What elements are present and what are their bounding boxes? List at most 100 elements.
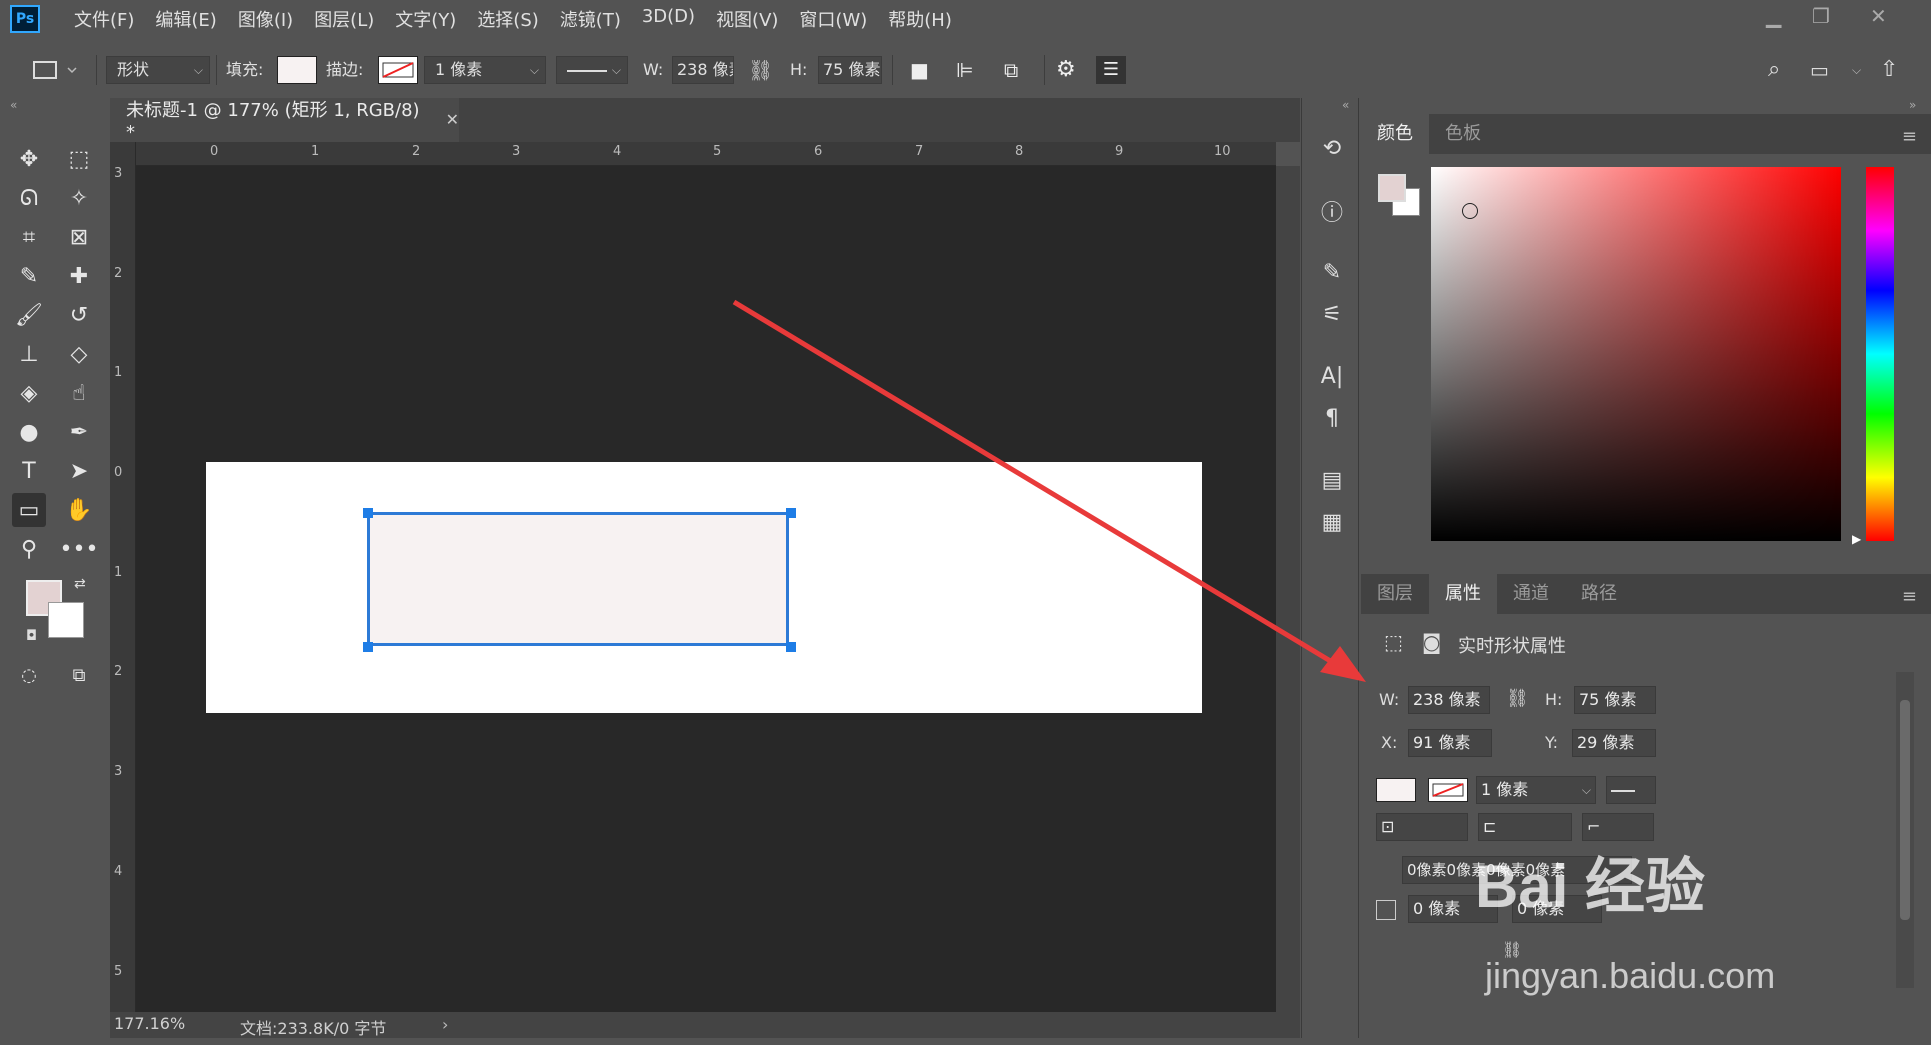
hue-slider[interactable] [1866,167,1894,541]
close-icon[interactable]: ✕ [1870,4,1887,28]
prop-stroke-width-input[interactable]: 1 像素 ⌵ [1476,776,1596,804]
width-input[interactable]: 238 像素 [672,56,734,84]
prop-fill-swatch[interactable] [1376,778,1416,802]
align-edges-icon[interactable]: ☰ [1096,56,1126,84]
path-arrangement-icon[interactable]: ⧉ [1004,56,1018,84]
character-panel-icon[interactable]: A| [1316,360,1348,392]
info-panel-icon[interactable]: ⓘ [1316,195,1348,227]
document-tab[interactable]: 未标题-1 @ 177% (矩形 1, RGB/8) * ✕ [110,98,459,143]
libraries-panel-icon[interactable]: ▤ [1316,464,1348,496]
move-tool-icon[interactable]: ✥ [12,142,46,176]
link-icon[interactable]: ⛓ [1506,688,1529,709]
menu-filter[interactable]: 滤镜(T) [560,6,621,32]
frame-tool-icon[interactable]: ⊠ [62,220,96,254]
vertical-scrollbar[interactable] [1276,166,1300,1012]
prop-y-input[interactable]: 29 像素 [1572,729,1656,757]
link-icon[interactable]: ⛓ [748,56,773,84]
notes-panel-icon[interactable]: ▦ [1316,506,1348,538]
transform-handle[interactable] [786,508,796,518]
clone-stamp-icon[interactable]: ⊥ [12,337,46,371]
hand-tool-icon[interactable]: ✋ [62,493,96,527]
quick-mask-icon[interactable]: ◌ [12,658,46,692]
mask-properties-icon[interactable]: ◙ [1422,630,1441,654]
paint-bucket-icon[interactable]: ◈ [12,376,46,410]
more-tools-icon[interactable]: ••• [60,532,99,566]
minimize-icon[interactable]: ▁ [1766,4,1781,28]
menu-window[interactable]: 窗口(W) [799,6,867,32]
collapse-icon[interactable]: » [1909,98,1916,112]
stroke-join-select[interactable]: ⌐ [1582,813,1654,841]
tool-preset-picker[interactable] [28,56,84,84]
prop-stroke-type-select[interactable] [1606,776,1656,804]
type-tool-icon[interactable]: T [12,454,46,488]
stroke-width-input[interactable]: 1 像素 ⌵ [424,56,546,84]
menu-3d[interactable]: 3D(D) [642,6,695,32]
foreground-color-swatch[interactable] [1378,174,1406,202]
shape-mode-select[interactable]: 形状 ⌵ [106,56,210,84]
search-icon[interactable]: ⌕ [1768,56,1780,84]
history-panel-icon[interactable]: ⟲ [1316,132,1348,164]
magic-wand-icon[interactable]: ✧ [62,181,96,215]
tab-color[interactable]: 颜色 [1361,114,1429,154]
swap-colors-icon[interactable]: ⇄ [74,576,86,592]
tab-layers[interactable]: 图层 [1361,574,1429,614]
workspace-icon[interactable]: ▭ [1810,56,1829,84]
height-input[interactable]: 75 像素 [818,56,882,84]
color-picker-cursor[interactable] [1462,203,1478,219]
gear-icon[interactable]: ⚙ [1056,56,1076,84]
stroke-cap-select[interactable]: ⊏ [1478,813,1572,841]
menu-type[interactable]: 文字(Y) [395,6,456,32]
chevron-down-icon[interactable]: ⌵ [1852,56,1861,84]
menu-file[interactable]: 文件(F) [74,6,134,32]
lasso-tool-icon[interactable]: ᘏ [12,181,46,215]
tab-swatches[interactable]: 色板 [1429,114,1497,154]
adjustments-panel-icon[interactable]: ⚟ [1316,298,1348,330]
stroke-swatch[interactable] [378,56,418,84]
menu-select[interactable]: 选择(S) [477,6,538,32]
eyedropper-icon[interactable]: ✎ [12,259,46,293]
stroke-type-select[interactable]: ⌵ [556,56,628,84]
collapse-icon[interactable]: « [10,98,17,112]
tab-channels[interactable]: 通道 [1497,574,1565,614]
path-alignment-icon[interactable]: ⊫ [956,56,973,84]
transform-handle[interactable] [363,508,373,518]
restore-icon[interactable]: ❐ [1812,4,1830,28]
default-colors-icon[interactable]: ◘ [26,628,37,644]
shape-properties-icon[interactable]: ⬚ [1384,630,1403,654]
eraser-icon[interactable]: ◇ [62,337,96,371]
prop-width-input[interactable]: 238 像素 [1408,686,1490,714]
crop-tool-icon[interactable]: ⌗ [12,220,46,254]
screen-mode-icon[interactable]: ⧉ [62,658,96,692]
brush-tool-icon[interactable]: 🖌 [12,298,46,332]
zoom-tool-icon[interactable]: ⚲ [12,532,46,566]
history-brush-icon[interactable]: ↺ [62,298,96,332]
dodge-tool-icon[interactable]: ● [12,415,46,449]
zoom-level[interactable]: 177.16% [114,1014,185,1033]
background-color-swatch[interactable] [48,602,84,638]
smudge-tool-icon[interactable]: ☝ [62,376,96,410]
prop-stroke-swatch[interactable] [1428,778,1468,802]
path-operations-icon[interactable]: ■ [910,56,929,84]
color-field[interactable] [1431,167,1841,541]
menu-image[interactable]: 图像(I) [238,6,293,32]
stroke-align-select[interactable]: ⊡ [1376,813,1468,841]
chevron-right-icon[interactable]: › [442,1015,448,1034]
rectangle-shape[interactable] [367,512,789,646]
panel-menu-icon[interactable]: ≡ [1902,586,1917,607]
tab-paths[interactable]: 路径 [1565,574,1633,614]
marquee-tool-icon[interactable]: ⬚ [62,142,96,176]
tab-properties[interactable]: 属性 [1429,574,1497,614]
healing-brush-icon[interactable]: ✚ [62,259,96,293]
transform-handle[interactable] [786,642,796,652]
paragraph-panel-icon[interactable]: ¶ [1316,402,1348,434]
pen-tool-icon[interactable]: ✒ [62,415,96,449]
brushes-panel-icon[interactable]: ✎ [1316,256,1348,288]
transform-handle[interactable] [363,642,373,652]
scrollbar-thumb[interactable] [1900,700,1910,920]
menu-help[interactable]: 帮助(H) [888,6,952,32]
path-selection-icon[interactable]: ➤ [62,454,96,488]
fill-swatch[interactable] [277,56,317,84]
hue-slider-handle[interactable]: ▶ [1852,532,1861,546]
menu-edit[interactable]: 编辑(E) [155,6,216,32]
prop-x-input[interactable]: 91 像素 [1408,729,1492,757]
